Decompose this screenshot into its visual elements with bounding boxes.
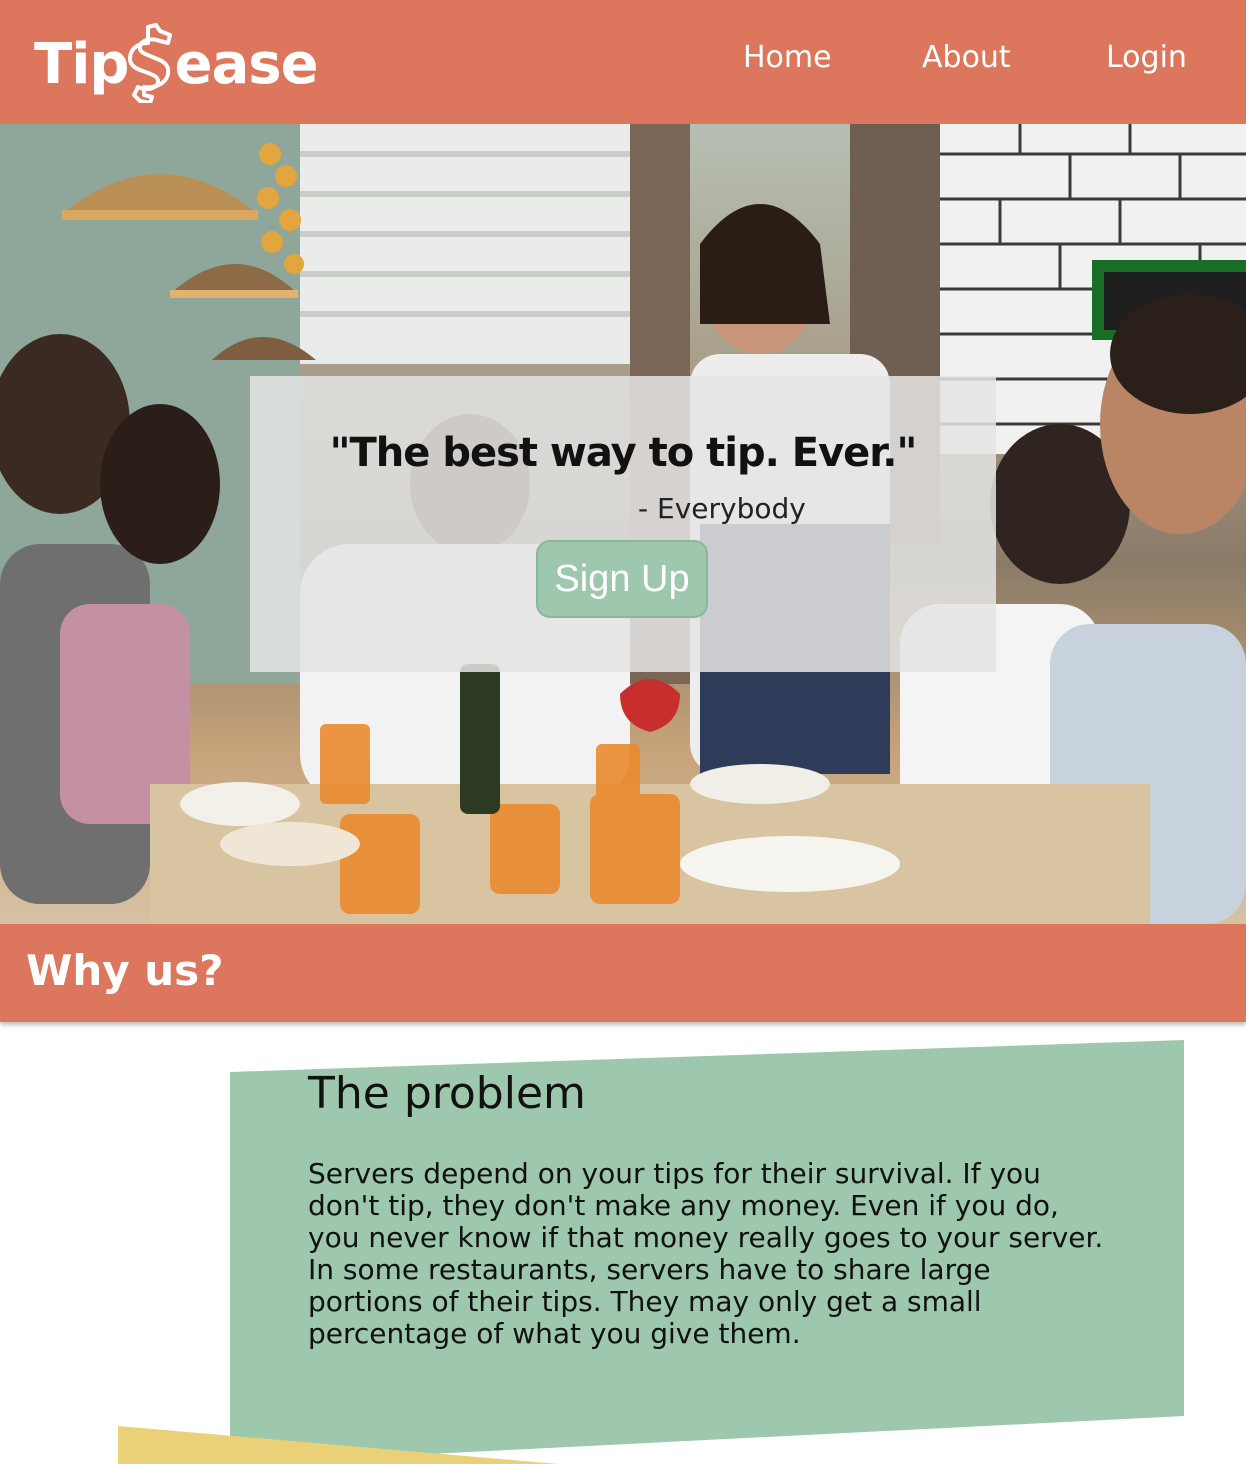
decorative-yellow-strip xyxy=(118,1426,558,1464)
nav-login-link[interactable]: Login xyxy=(1106,40,1187,75)
hero-quote: "The best way to tip. Ever." xyxy=(329,430,918,476)
problem-text: Servers depend on your tips for their su… xyxy=(308,1158,1108,1350)
why-us-header: Why us? xyxy=(0,924,1246,1022)
problem-heading: The problem xyxy=(308,1068,586,1119)
logo-text-right: ease xyxy=(174,31,318,97)
quote-attribution: - Everybody xyxy=(638,492,806,525)
navbar: Tip ease Home About Login xyxy=(0,0,1246,124)
hero-section: "The best way to tip. Ever." - Everybody… xyxy=(0,124,1246,924)
problem-paragraph: Servers depend on your tips for their su… xyxy=(308,1157,1104,1254)
logo-text-left: Tip xyxy=(34,31,129,97)
quote-card: "The best way to tip. Ever." - Everybody… xyxy=(250,376,996,672)
nav-about-link[interactable]: About xyxy=(922,40,1011,75)
sign-up-button[interactable]: Sign Up xyxy=(536,540,708,618)
section-title: Why us? xyxy=(26,946,224,995)
dollar-logo-icon xyxy=(128,23,173,103)
nav-home-link[interactable]: Home xyxy=(743,40,832,75)
logo[interactable]: Tip ease xyxy=(34,23,319,104)
problem-paragraph: In some restaurants, servers have to sha… xyxy=(308,1253,991,1350)
